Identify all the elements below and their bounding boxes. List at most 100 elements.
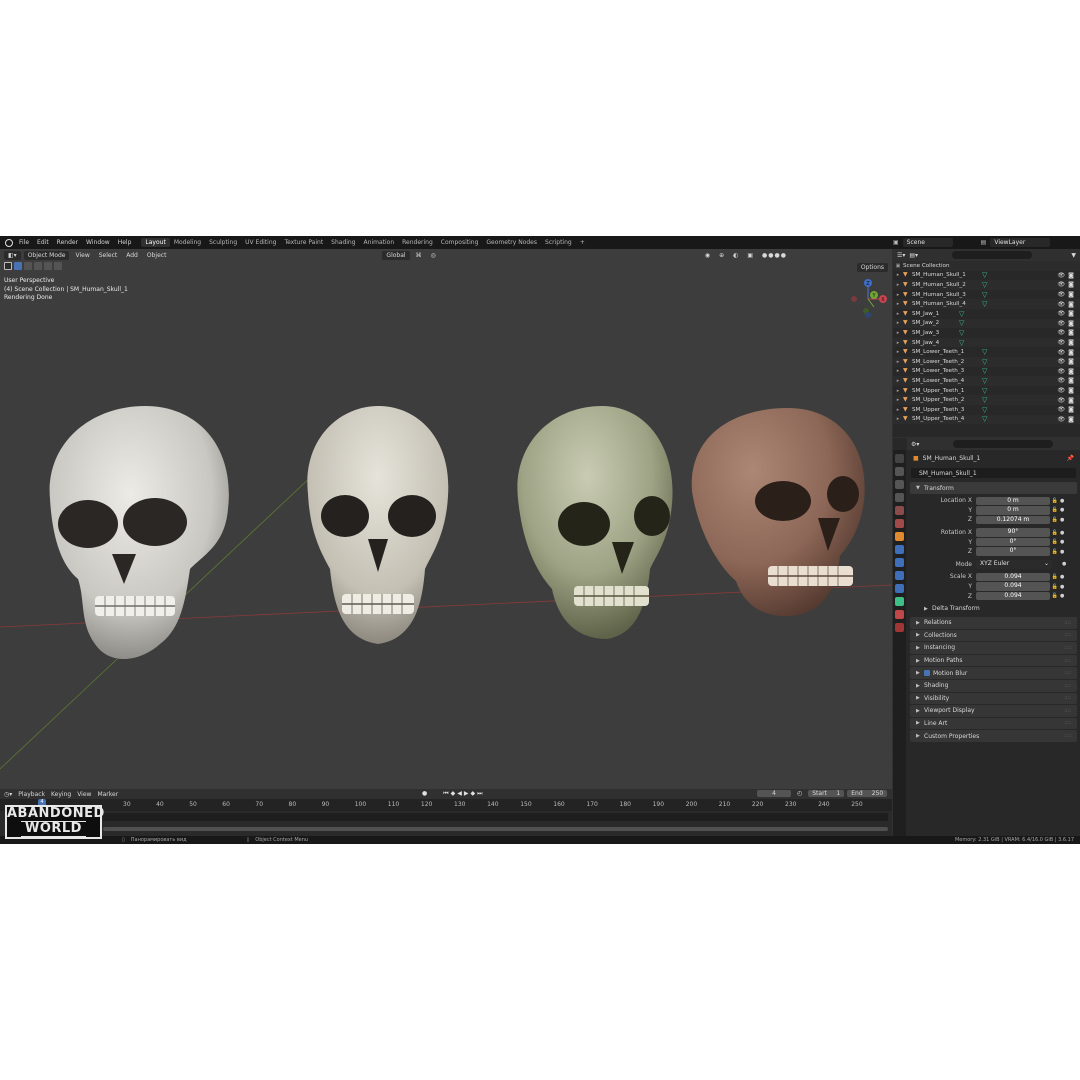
timeline-scrollbar[interactable]: [103, 827, 888, 831]
end-frame-field[interactable]: End 250: [847, 790, 888, 797]
expand-arrow-icon[interactable]: ▸: [893, 282, 903, 288]
outliner-item[interactable]: ▸ ▼ SM_Upper_Teeth_1 ▽ 👁◙: [893, 386, 1080, 396]
transform-panel-header[interactable]: ▼ Transform: [910, 482, 1077, 494]
visibility-render-icons[interactable]: 👁◙: [1058, 406, 1077, 413]
expand-arrow-icon[interactable]: ▸: [893, 378, 903, 384]
overlay-toggle-icon[interactable]: ◐: [730, 252, 741, 259]
outliner-item[interactable]: ▸ ▼ SM_Upper_Teeth_2 ▽ 👁◙: [893, 395, 1080, 405]
expand-arrow-icon[interactable]: ▸: [893, 407, 903, 413]
menu-add[interactable]: Add: [123, 252, 141, 259]
location-z-field[interactable]: 0.12074 m: [976, 515, 1050, 525]
drag-grip-icon[interactable]: ::::: [1064, 632, 1071, 638]
mesh-data-icon[interactable]: ▽: [982, 367, 987, 375]
lock-icon[interactable]: 🔓: [1050, 530, 1060, 536]
navigation-gizmo[interactable]: Z X Y: [846, 277, 890, 321]
mesh-data-icon[interactable]: ▽: [982, 358, 987, 366]
outliner-item[interactable]: ▸ ▼ SM_Lower_Teeth_4 ▽ 👁◙: [893, 376, 1080, 386]
panel-instancing[interactable]: ▶ Instancing::::: [910, 642, 1077, 654]
menu-keying[interactable]: Keying: [51, 791, 71, 798]
outliner-search-input[interactable]: [952, 251, 1033, 259]
timeline-editor-type-icon[interactable]: ◷▾: [4, 791, 12, 798]
expand-arrow-icon[interactable]: ▸: [893, 416, 903, 422]
tab-geometry-nodes[interactable]: Geometry Nodes: [482, 238, 541, 247]
skull-3-moss[interactable]: [512, 404, 677, 649]
rotation-y-field[interactable]: 0°: [976, 537, 1050, 547]
proportional-edit-icon[interactable]: ◎: [428, 252, 439, 259]
tool-tab-icon[interactable]: [895, 454, 904, 463]
visibility-render-icons[interactable]: 👁◙: [1058, 416, 1077, 423]
select-tool-icon[interactable]: [4, 262, 12, 270]
material-tab-icon[interactable]: [895, 610, 904, 619]
play-reverse-icon[interactable]: ◀: [457, 790, 462, 798]
lock-icon[interactable]: 🔓: [1050, 517, 1060, 523]
jump-end-icon[interactable]: ⏭: [477, 790, 482, 798]
visibility-render-icons[interactable]: 👁◙: [1058, 368, 1077, 375]
panel-viewport-display[interactable]: ▶ Viewport Display::::: [910, 705, 1077, 717]
current-frame-field[interactable]: 4: [757, 790, 791, 797]
motion-blur-checkbox[interactable]: [924, 670, 930, 677]
select-mode-new-icon[interactable]: [14, 262, 22, 270]
filter-icon[interactable]: ▼: [1071, 252, 1076, 259]
tab-modeling[interactable]: Modeling: [170, 238, 205, 247]
data-tab-icon[interactable]: [895, 597, 904, 606]
expand-arrow-icon[interactable]: ▸: [893, 311, 903, 317]
mesh-data-icon[interactable]: ▽: [959, 310, 964, 318]
lock-icon[interactable]: 🔓: [1050, 584, 1060, 590]
constraints-tab-icon[interactable]: [895, 584, 904, 593]
tab-rendering[interactable]: Rendering: [398, 238, 437, 247]
mode-dropdown[interactable]: Object Mode: [23, 250, 70, 260]
select-mode-intersect-icon[interactable]: [54, 262, 62, 270]
expand-arrow-icon[interactable]: ▸: [893, 292, 903, 298]
keyframe-dot-icon[interactable]: ●: [1060, 593, 1064, 599]
expand-arrow-icon[interactable]: ▸: [893, 359, 903, 365]
keyframe-dot-icon[interactable]: ●: [1060, 507, 1064, 513]
lock-icon[interactable]: 🔓: [1050, 574, 1060, 580]
options-dropdown[interactable]: Options: [856, 263, 888, 272]
shading-modes-icon[interactable]: ●●●●: [759, 252, 790, 259]
outliner-item[interactable]: ▸ ▼ SM_Upper_Teeth_4 ▽ 👁◙: [893, 414, 1080, 425]
menu-render[interactable]: Render: [53, 239, 82, 246]
drag-grip-icon[interactable]: ::::: [1064, 695, 1071, 701]
expand-arrow-icon[interactable]: ▸: [893, 272, 903, 278]
tab-texture-paint[interactable]: Texture Paint: [280, 238, 327, 247]
menu-playback[interactable]: Playback: [18, 791, 45, 798]
scene-field[interactable]: Scene: [902, 238, 953, 247]
transform-orientation-dropdown[interactable]: Global: [382, 250, 410, 260]
keyframe-dot-icon[interactable]: ●: [1060, 517, 1064, 523]
mesh-data-icon[interactable]: ▽: [982, 377, 987, 385]
visibility-render-icons[interactable]: 👁◙: [1058, 320, 1077, 327]
expand-arrow-icon[interactable]: ▸: [893, 301, 903, 307]
panel-relations[interactable]: ▶ Relations::::: [910, 616, 1077, 629]
outliner-item[interactable]: ▸ ▼ SM_Lower_Teeth_1 ▽ 👁◙: [893, 347, 1080, 357]
keyframe-dot-icon[interactable]: ●: [1060, 498, 1064, 504]
jump-start-icon[interactable]: ⏮: [443, 790, 448, 798]
tab-sculpting[interactable]: Sculpting: [205, 238, 241, 247]
outliner[interactable]: ☰▾ ▤▾ ▼ ▣ Scene Collection ▸ ▼ SM_Human_Sk…: [893, 249, 1080, 437]
visibility-render-icons[interactable]: 👁◙: [1058, 272, 1077, 279]
menu-select[interactable]: Select: [96, 252, 121, 259]
xray-icon[interactable]: ▣: [744, 252, 756, 259]
texture-tab-icon[interactable]: [895, 623, 904, 632]
drag-grip-icon[interactable]: ::::: [1064, 720, 1071, 726]
mesh-data-icon[interactable]: ▽: [982, 271, 987, 279]
outliner-item[interactable]: ▸ ▼ SM_Upper_Teeth_3 ▽ 👁◙: [893, 405, 1080, 415]
properties-search-input[interactable]: [953, 440, 1054, 448]
scale-x-field[interactable]: 0.094: [976, 572, 1050, 582]
properties-editor-type-icon[interactable]: ⚙▾: [911, 441, 919, 448]
editor-type-icon[interactable]: ◧▾: [4, 250, 21, 260]
visibility-render-icons[interactable]: 👁◙: [1058, 387, 1077, 394]
properties-editor[interactable]: ⚙▾ ■ SM_Human_Skull_1 📌 SM_Human_Skull_1…: [893, 438, 1080, 836]
lock-icon[interactable]: 🔓: [1050, 549, 1060, 555]
mesh-data-icon[interactable]: ▽: [959, 329, 964, 337]
menu-view[interactable]: View: [72, 252, 92, 259]
outliner-item[interactable]: ▸ ▼ SM_Human_Skull_3 ▽ 👁◙: [893, 290, 1080, 300]
expand-arrow-icon[interactable]: ▸: [893, 330, 903, 336]
menu-help[interactable]: Help: [114, 239, 136, 246]
mesh-data-icon[interactable]: ▽: [959, 319, 964, 327]
world-tab-icon[interactable]: [895, 519, 904, 528]
select-mode-invert-icon[interactable]: [44, 262, 52, 270]
location-x-field[interactable]: 0 m: [976, 496, 1050, 506]
output-tab-icon[interactable]: [895, 480, 904, 489]
scene-collection-row[interactable]: ▣ Scene Collection: [893, 261, 1080, 271]
visibility-render-icons[interactable]: 👁◙: [1058, 377, 1077, 384]
